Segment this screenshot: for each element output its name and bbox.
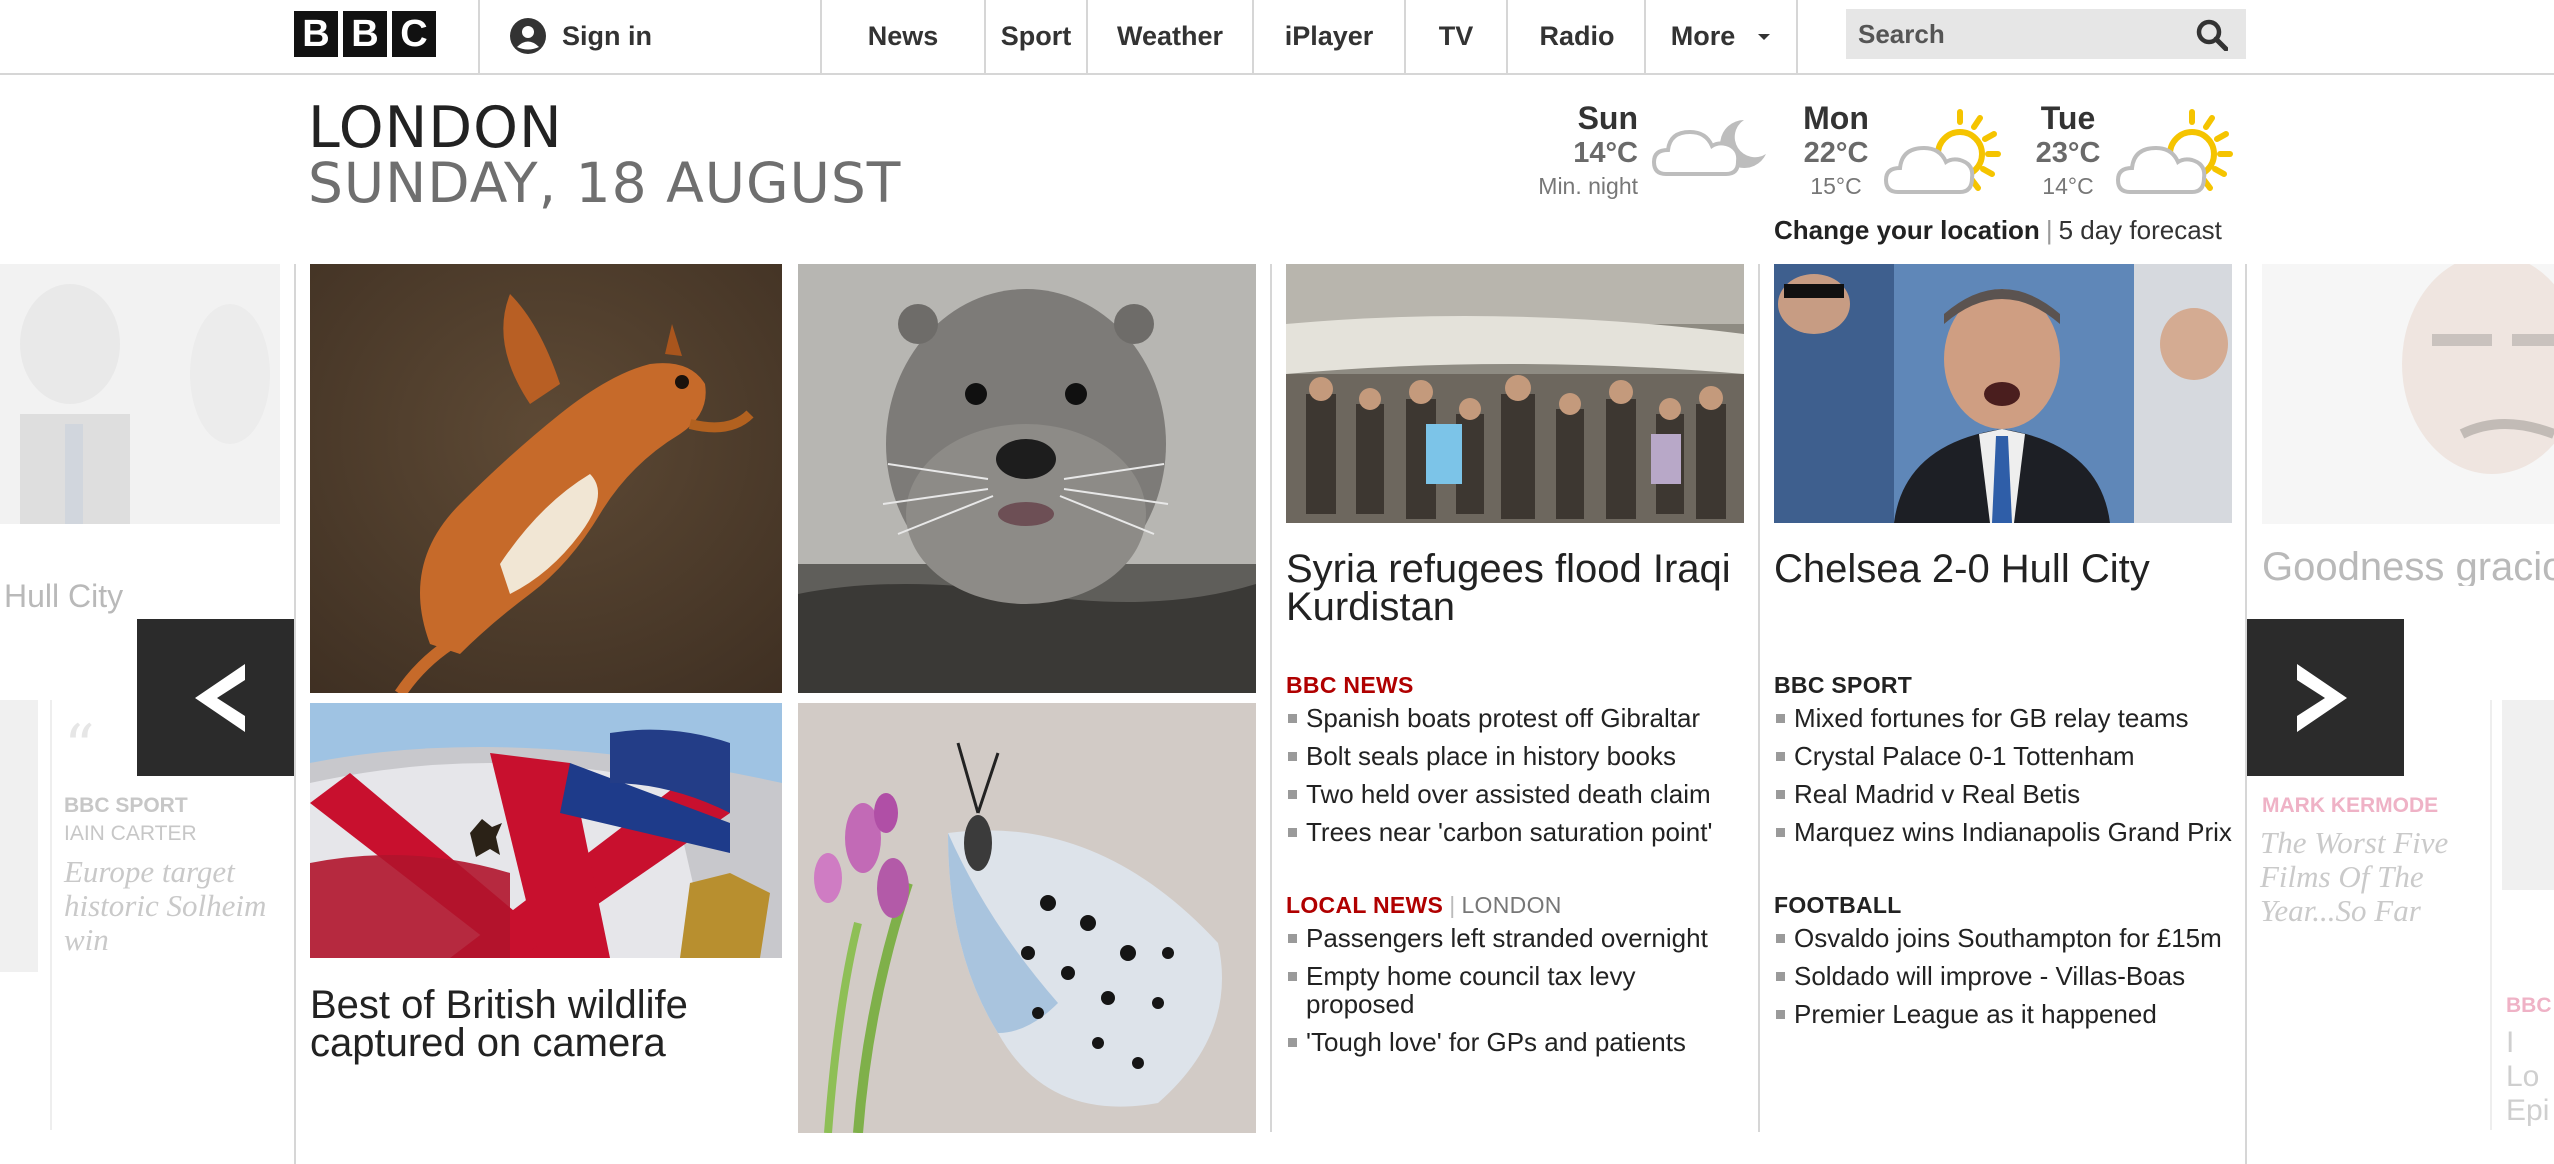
- change-location-link[interactable]: Change your location: [1774, 215, 2040, 245]
- football-link[interactable]: Osvaldo joins Southampton for £15m: [1774, 924, 2244, 952]
- link-separator: |: [2045, 215, 2053, 245]
- nav-more[interactable]: More: [1646, 0, 1796, 73]
- weather-day-tue[interactable]: Tue 23°C 14°C: [2008, 100, 2128, 200]
- news-link[interactable]: Trees near 'carbon saturation point': [1286, 818, 1746, 846]
- local-news-section-heading: LOCAL NEWS | LONDON: [1286, 892, 1562, 919]
- ghost-blog-author: IAIN CARTER: [64, 822, 197, 845]
- wildlife-headline[interactable]: Best of British wildlife captured on cam…: [310, 985, 770, 1063]
- news-link[interactable]: Spanish boats protest off Gibraltar: [1286, 704, 1746, 732]
- football-link[interactable]: Soldado will improve - Villas-Boas: [1774, 962, 2244, 990]
- column-divider: [1270, 264, 1272, 1132]
- news-links-list: Spanish boats protest off Gibraltar Bolt…: [1286, 704, 1746, 856]
- search-box: [1846, 9, 2246, 59]
- mourinho-photo[interactable]: [1774, 264, 2232, 523]
- union-flag-photo[interactable]: [310, 703, 782, 958]
- ghost-story-headline-left[interactable]: Hull City: [4, 578, 123, 615]
- weather-day-label: Mon: [1803, 100, 1869, 136]
- weather-day-label: Tue: [2040, 100, 2096, 136]
- local-news-link[interactable]: Passengers left stranded overnight: [1286, 924, 1716, 952]
- chevron-left-icon: [181, 658, 251, 738]
- weather-day-label: Sun: [1577, 100, 1638, 136]
- local-news-link[interactable]: 'Tough love' for GPs and patients: [1286, 1028, 1716, 1056]
- weather-high-temp: 23°C: [2035, 137, 2101, 169]
- local-news-link[interactable]: Empty home council tax levy proposed: [1286, 962, 1716, 1018]
- ghost-blog-section-right: BBC: [2506, 994, 2552, 1017]
- nav-news[interactable]: News: [822, 0, 984, 73]
- weather-high-temp: 14°C: [1573, 137, 1638, 169]
- nav-sport[interactable]: Sport: [986, 0, 1086, 73]
- nav-divider: [1796, 0, 1798, 73]
- search-input[interactable]: [1846, 17, 2180, 51]
- logo-letter-c: C: [392, 11, 436, 57]
- location-date: SUNDAY, 18 AUGUST: [308, 151, 902, 215]
- football-links-list: Osvaldo joins Southampton for £15m Solda…: [1774, 924, 2244, 1038]
- five-day-forecast-link[interactable]: 5 day forecast: [2059, 215, 2222, 245]
- ghost-story-image-right[interactable]: [2262, 264, 2554, 524]
- weather-high-temp: 22°C: [1803, 137, 1869, 169]
- weather-low-temp: 14°C: [2042, 173, 2094, 199]
- ghost-blog-section: BBC SPORT: [64, 794, 188, 817]
- column-divider: [1758, 264, 1760, 1132]
- ghost-blog-title[interactable]: Europe target historic Solheim win: [64, 855, 284, 957]
- local-news-link[interactable]: LOCAL NEWS: [1286, 892, 1443, 918]
- syria-refugees-photo[interactable]: [1286, 264, 1744, 523]
- partly-cloudy-night-icon: [1652, 116, 1770, 180]
- ghost-thumbnail-right: [2502, 700, 2554, 890]
- weather-day-mon[interactable]: Mon 22°C 15°C: [1776, 100, 1896, 200]
- butterfly-photo[interactable]: [798, 703, 1256, 1133]
- nav-tv[interactable]: TV: [1406, 0, 1506, 73]
- football-section-heading[interactable]: FOOTBALL: [1774, 892, 1902, 919]
- logo-letter-b2: B: [343, 11, 387, 57]
- chevron-right-icon: [2291, 658, 2361, 738]
- ghost-thumbnail-left: [0, 700, 38, 972]
- sign-in-label: Sign in: [562, 20, 652, 51]
- dropdown-arrow-icon: [1757, 32, 1771, 42]
- football-link[interactable]: Premier League as it happened: [1774, 1000, 2244, 1028]
- news-link[interactable]: Two held over assisted death claim: [1286, 780, 1746, 808]
- weather-links: Change your location | 5 day forecast: [1774, 215, 2222, 246]
- ghost-blog-title-right[interactable]: I Lo Epi: [2506, 1026, 2554, 1128]
- local-area-label[interactable]: LONDON: [1461, 892, 1561, 918]
- sport-link[interactable]: Real Madrid v Real Betis: [1774, 780, 2244, 808]
- bbc-logo[interactable]: B B C: [294, 11, 436, 57]
- otter-photo[interactable]: [798, 264, 1256, 693]
- local-news-links-list: Passengers left stranded overnight Empty…: [1286, 924, 1716, 1066]
- top-navigation-bar: B B C Sign in News Sport Weather iPlayer…: [0, 0, 2554, 75]
- sport-links-list: Mixed fortunes for GB relay teams Crysta…: [1774, 704, 2244, 856]
- nav-iplayer[interactable]: iPlayer: [1254, 0, 1404, 73]
- sport-link[interactable]: Crystal Palace 0-1 Tottenham: [1774, 742, 2244, 770]
- quote-mark-icon: “: [64, 712, 95, 782]
- nav-more-label: More: [1670, 21, 1736, 51]
- weather-low-temp: 15°C: [1810, 173, 1862, 199]
- kermode-blog-title[interactable]: The Worst Five Films Of The Year...So Fa…: [2260, 826, 2480, 928]
- heading-separator: |: [1449, 892, 1456, 918]
- bbc-news-section-heading[interactable]: BBC NEWS: [1286, 672, 1414, 699]
- bbc-sport-section-heading[interactable]: BBC SPORT: [1774, 672, 1912, 699]
- sport-headline[interactable]: Chelsea 2-0 Hull City: [1774, 549, 2244, 589]
- logo-letter-b1: B: [294, 11, 338, 57]
- nav-radio[interactable]: Radio: [1508, 0, 1646, 73]
- ghost-column-line: [2490, 700, 2492, 1130]
- sport-link[interactable]: Marquez wins Indianapolis Grand Prix: [1774, 818, 2244, 846]
- ghost-story-image-left[interactable]: [0, 264, 280, 524]
- user-icon: [510, 18, 546, 54]
- nav-weather[interactable]: Weather: [1088, 0, 1252, 73]
- news-link[interactable]: Bolt seals place in history books: [1286, 742, 1746, 770]
- carousel-next-button[interactable]: [2247, 619, 2404, 776]
- ghost-story-headline-right[interactable]: Goodness gracious a comedy reunion: [2262, 548, 2554, 586]
- weather-low-temp: Min. night: [1538, 173, 1638, 199]
- search-icon[interactable]: [2196, 19, 2228, 51]
- sun-behind-cloud-icon: [2116, 108, 2234, 204]
- ghost-column-line: [50, 700, 52, 1130]
- sun-behind-cloud-icon: [1884, 108, 2002, 204]
- squirrel-photo[interactable]: [310, 264, 782, 693]
- kermode-blog-section: MARK KERMODE: [2262, 794, 2439, 817]
- nav-divider: [478, 0, 480, 73]
- carousel-border-left: [294, 264, 296, 1164]
- carousel-previous-button[interactable]: [137, 619, 294, 776]
- sign-in-link[interactable]: Sign in: [510, 13, 652, 59]
- weather-day-sun[interactable]: Sun 14°C Min. night: [1520, 100, 1650, 200]
- news-headline[interactable]: Syria refugees flood Iraqi Kurdistan: [1286, 549, 1756, 627]
- sport-link[interactable]: Mixed fortunes for GB relay teams: [1774, 704, 2244, 732]
